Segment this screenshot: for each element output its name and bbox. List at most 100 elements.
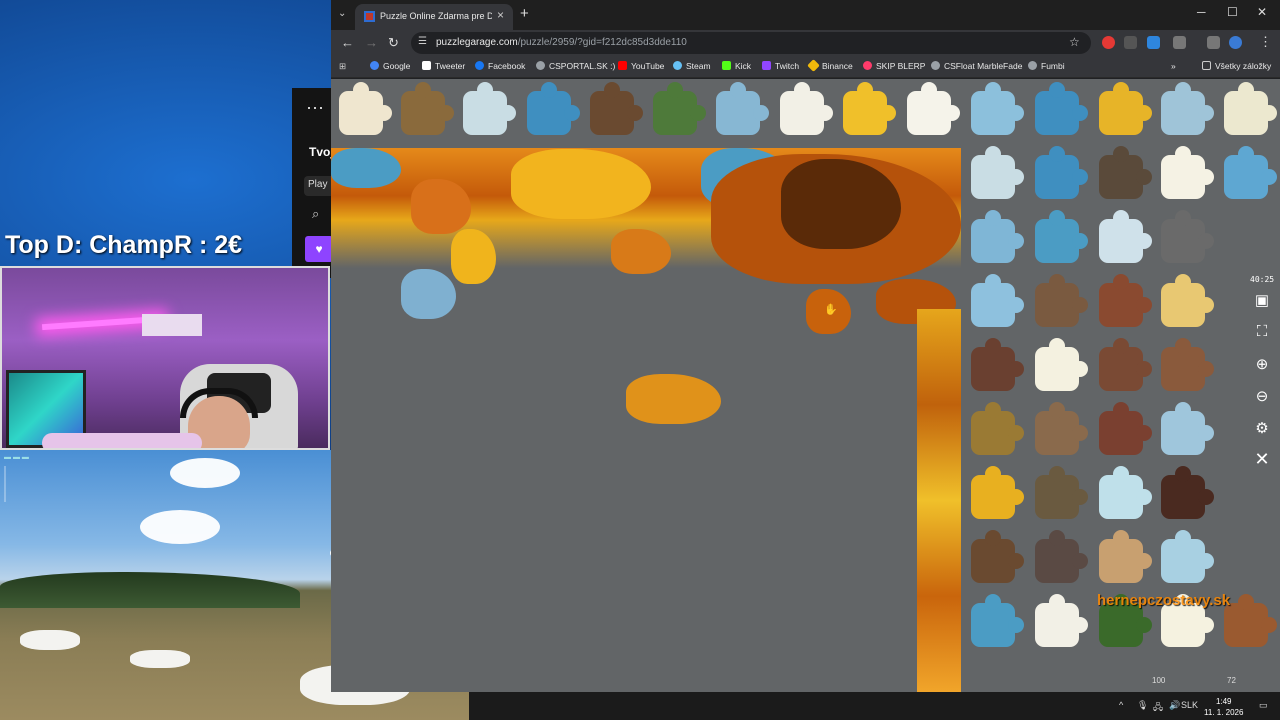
maximize-button[interactable]: ☐ bbox=[1227, 5, 1238, 19]
tray-piece[interactable] bbox=[1099, 466, 1152, 519]
tray-piece[interactable] bbox=[971, 466, 1024, 519]
tray-piece[interactable] bbox=[843, 82, 896, 135]
tray-piece[interactable] bbox=[1224, 82, 1277, 135]
loose-piece-group[interactable] bbox=[626, 374, 721, 424]
tray-piece[interactable] bbox=[1035, 338, 1088, 391]
tray-piece[interactable] bbox=[1161, 82, 1214, 135]
bookmark-csfloat[interactable]: CSFloat MarbleFade bbox=[931, 61, 1022, 71]
bookmarks-overflow-icon[interactable]: » bbox=[1171, 61, 1176, 71]
network-icon[interactable]: 🖧 bbox=[1153, 700, 1163, 716]
fullscreen-icon[interactable]: ⛶ bbox=[1251, 323, 1273, 340]
tray-piece[interactable] bbox=[1035, 210, 1088, 263]
reload-icon[interactable]: ↻ bbox=[388, 35, 399, 51]
minimize-button[interactable]: ─ bbox=[1197, 5, 1206, 19]
tray-piece[interactable] bbox=[971, 146, 1024, 199]
all-bookmarks[interactable]: Všetky záložky bbox=[1202, 61, 1271, 71]
tray-piece[interactable] bbox=[1099, 210, 1152, 263]
tray-piece[interactable] bbox=[1099, 82, 1152, 135]
bookmark-twitch[interactable]: Twitch bbox=[762, 61, 799, 71]
tray-piece[interactable] bbox=[971, 338, 1024, 391]
tray-piece[interactable] bbox=[1161, 530, 1214, 583]
tray-piece[interactable] bbox=[971, 82, 1024, 135]
tray-piece[interactable] bbox=[1161, 146, 1214, 199]
tray-piece[interactable] bbox=[1099, 338, 1152, 391]
tray-piece[interactable] bbox=[1224, 594, 1277, 647]
tray-piece[interactable] bbox=[1035, 402, 1088, 455]
tray-piece[interactable] bbox=[1099, 530, 1152, 583]
tray-piece[interactable] bbox=[1035, 146, 1088, 199]
new-tab-button[interactable]: + bbox=[520, 5, 529, 22]
profile-avatar[interactable] bbox=[1229, 36, 1242, 49]
extension-icon[interactable] bbox=[1102, 36, 1115, 49]
tab-close-icon[interactable]: × bbox=[497, 8, 504, 22]
tray-piece[interactable] bbox=[907, 82, 960, 135]
bookmark-fumbi[interactable]: Fumbi bbox=[1028, 61, 1065, 71]
clock[interactable]: 1:49 11. 1. 2026 bbox=[1204, 696, 1243, 718]
close-icon[interactable]: ✕ bbox=[1251, 449, 1273, 470]
settings-gear-icon[interactable]: ⚙ bbox=[1251, 419, 1273, 437]
tray-piece[interactable] bbox=[1224, 146, 1277, 199]
language-indicator[interactable]: SLK bbox=[1181, 700, 1198, 710]
tray-piece[interactable] bbox=[1099, 146, 1152, 199]
tray-piece[interactable] bbox=[1161, 402, 1214, 455]
bookmark-facebook[interactable]: Facebook bbox=[475, 61, 525, 71]
tray-piece[interactable] bbox=[1099, 594, 1152, 647]
tray-piece[interactable] bbox=[590, 82, 643, 135]
back-icon[interactable]: ← bbox=[341, 35, 354, 50]
tray-piece[interactable] bbox=[1161, 210, 1214, 263]
site-info-icon[interactable]: ☰ bbox=[418, 36, 427, 47]
tab-puzzle[interactable]: Puzzle Online Zdarma pre Dosp... × bbox=[355, 4, 513, 30]
tray-piece[interactable] bbox=[1035, 530, 1088, 583]
bookmark-skip-blerp[interactable]: SKIP BLERP bbox=[863, 61, 925, 71]
image-preview-icon[interactable]: ▣ bbox=[1251, 291, 1273, 309]
tray-piece[interactable] bbox=[401, 82, 454, 135]
bookmark-star-icon[interactable]: ☆ bbox=[1069, 35, 1080, 49]
tray-piece[interactable] bbox=[1099, 274, 1152, 327]
tray-piece[interactable] bbox=[1161, 466, 1214, 519]
bookmark-google[interactable]: Google bbox=[370, 61, 410, 71]
more-icon[interactable]: ⋯ bbox=[306, 98, 325, 119]
extension-icon[interactable] bbox=[1147, 36, 1160, 49]
tray-piece[interactable] bbox=[1035, 274, 1088, 327]
tray-piece[interactable] bbox=[1035, 594, 1088, 647]
tray-piece[interactable] bbox=[653, 82, 706, 135]
menu-icon[interactable]: ⋮ bbox=[1259, 34, 1272, 50]
zoom-in-icon[interactable]: ⊕ bbox=[1251, 355, 1273, 373]
loose-piece[interactable] bbox=[611, 229, 671, 274]
tray-piece[interactable] bbox=[780, 82, 833, 135]
bookmark-youtube[interactable]: YouTube bbox=[618, 61, 664, 71]
tray-piece[interactable] bbox=[971, 594, 1024, 647]
tray-piece[interactable] bbox=[716, 82, 769, 135]
tray-piece[interactable] bbox=[971, 274, 1024, 327]
close-window-button[interactable]: ✕ bbox=[1257, 5, 1267, 19]
loose-piece[interactable] bbox=[401, 269, 456, 319]
tray-piece[interactable] bbox=[971, 530, 1024, 583]
tray-piece[interactable] bbox=[527, 82, 580, 135]
search-icon[interactable]: ⌕ bbox=[312, 206, 319, 222]
tab-search-icon[interactable]: ⌄ bbox=[338, 8, 346, 19]
tray-piece[interactable] bbox=[1161, 338, 1214, 391]
address-bar[interactable]: ☰ puzzlegarage.com/puzzle/2959/?gid=f212… bbox=[411, 32, 1091, 54]
extensions-puzzle-icon[interactable] bbox=[1173, 36, 1186, 49]
tray-piece[interactable] bbox=[971, 402, 1024, 455]
tray-piece[interactable] bbox=[1035, 466, 1088, 519]
media-icon[interactable] bbox=[1207, 36, 1220, 49]
bookmark-kick[interactable]: Kick bbox=[722, 61, 751, 71]
tray-piece[interactable] bbox=[1035, 82, 1088, 135]
forward-icon[interactable]: → bbox=[365, 35, 378, 50]
zoom-out-icon[interactable]: ⊖ bbox=[1251, 387, 1273, 405]
tray-piece[interactable] bbox=[1161, 594, 1214, 647]
microphone-icon[interactable]: 🎙 bbox=[1137, 700, 1148, 711]
volume-icon[interactable]: 🔊 bbox=[1169, 700, 1180, 711]
heart-icon[interactable]: ♥ bbox=[305, 236, 333, 262]
tray-piece[interactable] bbox=[463, 82, 516, 135]
notifications-icon[interactable]: ▭ bbox=[1259, 700, 1268, 711]
bookmark-binance[interactable]: Binance bbox=[807, 59, 853, 72]
bookmark-steam[interactable]: Steam bbox=[673, 61, 711, 71]
tray-piece[interactable] bbox=[1099, 402, 1152, 455]
apps-grid-icon[interactable]: ⊞ bbox=[339, 61, 346, 72]
tray-piece[interactable] bbox=[339, 82, 392, 135]
tray-piece[interactable] bbox=[971, 210, 1024, 263]
url-text[interactable]: puzzlegarage.com/puzzle/2959/?gid=f212dc… bbox=[436, 37, 687, 48]
tray-piece[interactable] bbox=[1161, 274, 1214, 327]
